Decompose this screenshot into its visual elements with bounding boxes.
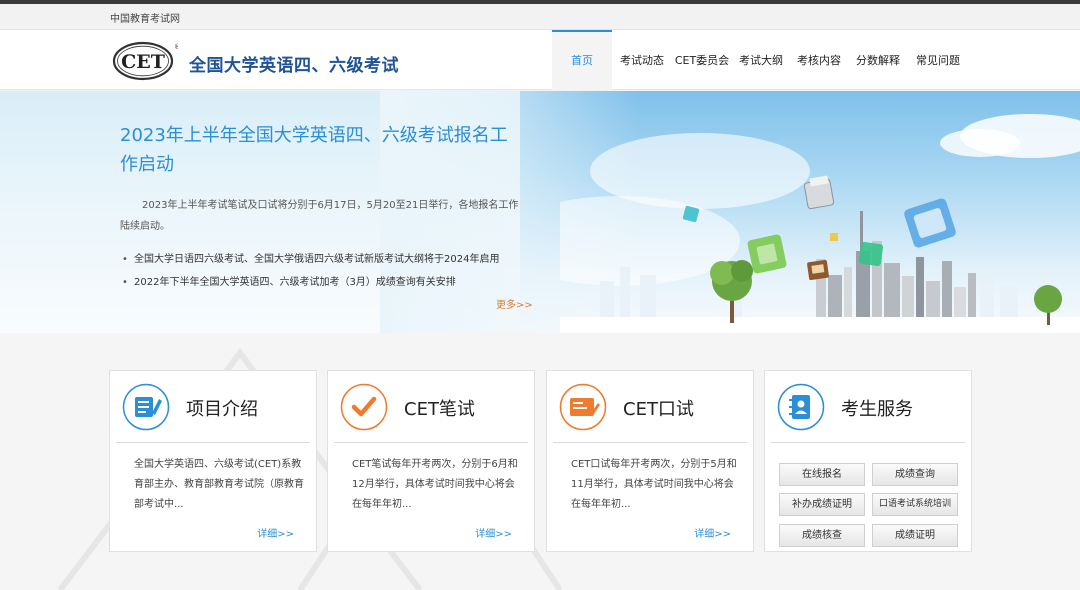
oral-exam-system-training-button[interactable]: 口语考试系统培训 bbox=[872, 493, 958, 516]
document-pen-icon bbox=[122, 383, 170, 431]
score-certificate-button[interactable]: 成绩证明 bbox=[872, 524, 958, 547]
news-item-text: 2022年下半年全国大学英语四、六级考试加考（3月）成绩查询有关安排 bbox=[134, 277, 456, 288]
contact-book-icon bbox=[777, 383, 825, 431]
reissue-score-certificate-button[interactable]: 补办成绩证明 bbox=[779, 493, 865, 516]
utility-bar: 中国教育考试网 bbox=[0, 4, 1080, 30]
news-item-text: 全国大学日语四六级考试、全国大学俄语四六级考试新版考试大纲将于2024年启用 bbox=[134, 254, 500, 265]
hero-more-link[interactable]: 更多>> bbox=[496, 296, 533, 311]
nav-faq[interactable]: 常见问题 bbox=[908, 30, 968, 90]
svg-text:®: ® bbox=[174, 43, 178, 51]
certificate-icon bbox=[559, 383, 607, 431]
main-nav: 首页 考试动态 CET委员会 考试大纲 考核内容 分数解释 常见问题 bbox=[552, 30, 968, 90]
card-cet-oral: CET口试 CET口试每年开考两次，分别于5月和11月举行，具体考试时间我中心将… bbox=[546, 370, 754, 552]
nav-home[interactable]: 首页 bbox=[552, 30, 612, 90]
card-description: 全国大学英语四、六级考试(CET)系教育部主办、教育部教育考试院（原教育部考试中… bbox=[134, 459, 304, 510]
nav-exam-content[interactable]: 考核内容 bbox=[790, 30, 848, 90]
online-registration-button[interactable]: 在线报名 bbox=[779, 463, 865, 486]
news-item[interactable]: • 2022年下半年全国大学英语四、六级考试加考（3月）成绩查询有关安排 bbox=[122, 271, 532, 294]
score-verification-button[interactable]: 成绩核查 bbox=[779, 524, 865, 547]
cet-logo-text: CET bbox=[121, 51, 165, 73]
hero-illustration bbox=[560, 114, 1080, 333]
site-header: CET ® 全国大学英语四、六级考试 首页 考试动态 CET委员会 考试大纲 考… bbox=[0, 30, 1080, 90]
news-list: • 全国大学日语四六级考试、全国大学俄语四六级考试新版考试大纲将于2024年启用 … bbox=[122, 248, 532, 294]
card-description: CET笔试每年开考两次，分别于6月和12月举行，具体考试时间我中心将会在每年年初… bbox=[352, 459, 518, 510]
nav-cet-committee[interactable]: CET委员会 bbox=[672, 30, 732, 90]
news-item[interactable]: • 全国大学日语四六级考试、全国大学俄语四六级考试新版考试大纲将于2024年启用 bbox=[122, 248, 532, 271]
card-project-intro: 项目介绍 全国大学英语四、六级考试(CET)系教育部主办、教育部教育考试院（原教… bbox=[109, 370, 317, 552]
nav-exam-syllabus[interactable]: 考试大纲 bbox=[732, 30, 790, 90]
card-more-link[interactable]: 详细>> bbox=[475, 525, 512, 540]
card-more-link[interactable]: 详细>> bbox=[694, 525, 731, 540]
nav-exam-news[interactable]: 考试动态 bbox=[612, 30, 672, 90]
card-title[interactable]: CET笔试 bbox=[404, 395, 475, 421]
card-more-link[interactable]: 详细>> bbox=[257, 525, 294, 540]
checkmark-icon bbox=[340, 383, 388, 431]
content-area: 项目介绍 全国大学英语四、六级考试(CET)系教育部主办、教育部教育考试院（原教… bbox=[0, 333, 1080, 590]
card-cet-written: CET笔试 CET笔试每年开考两次，分别于6月和12月举行，具体考试时间我中心将… bbox=[327, 370, 535, 552]
card-title[interactable]: CET口试 bbox=[623, 395, 694, 421]
nav-score-explanation[interactable]: 分数解释 bbox=[848, 30, 908, 90]
site-brand-title[interactable]: 全国大学英语四、六级考试 bbox=[189, 51, 399, 76]
card-title[interactable]: 项目介绍 bbox=[186, 395, 258, 421]
hero-banner: 2023年上半年全国大学英语四、六级考试报名工作启动 2023年上半年考试笔试及… bbox=[0, 91, 1080, 333]
card-description: CET口试每年开考两次，分别于5月和11月举行，具体考试时间我中心将会在每年年初… bbox=[571, 459, 737, 510]
site-name-link[interactable]: 中国教育考试网 bbox=[110, 10, 180, 25]
hero-description: 2023年上半年考试笔试及口试将分别于6月17日，5月20至21日举行，各地报名… bbox=[120, 200, 519, 232]
cet-logo[interactable]: CET ® bbox=[112, 41, 178, 81]
score-query-button[interactable]: 成绩查询 bbox=[872, 463, 958, 486]
floating-cube-gray-icon bbox=[803, 175, 835, 210]
hero-headline-link[interactable]: 2023年上半年全国大学英语四、六级考试报名工作启动 bbox=[120, 121, 520, 179]
card-title[interactable]: 考生服务 bbox=[841, 395, 913, 421]
card-candidate-services: 考生服务 在线报名 成绩查询 补办成绩证明 口语考试系统培训 成绩核查 成绩证明 bbox=[764, 370, 972, 552]
